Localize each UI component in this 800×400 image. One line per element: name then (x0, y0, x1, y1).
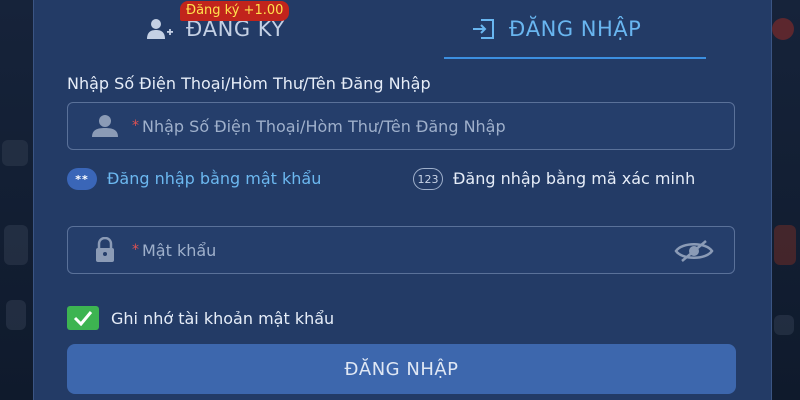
remember-label: Ghi nhớ tài khoản mật khẩu (111, 308, 335, 328)
background-left (0, 0, 33, 400)
background-game-thumbnail (2, 140, 28, 166)
background-game-thumbnail (4, 225, 28, 265)
required-mark: * (132, 242, 139, 258)
remember-checkbox[interactable] (67, 306, 99, 330)
active-tab-indicator (444, 57, 706, 59)
password-input[interactable]: * Mật khẩu (67, 226, 735, 274)
login-door-icon (471, 17, 497, 41)
login-mode-code-label: Đăng nhập bằng mã xác minh (453, 169, 696, 188)
user-icon (90, 114, 122, 138)
username-placeholder: Nhập Số Điện Thoại/Hòm Thư/Tên Đăng Nhập (142, 116, 506, 136)
required-mark: * (132, 118, 139, 134)
background-game-thumbnail (774, 315, 794, 335)
username-label: Nhập Số Điện Thoại/Hòm Thư/Tên Đăng Nhập (67, 74, 431, 93)
background-right (770, 0, 800, 400)
login-dialog: ĐĂNG KÝ Đăng ký +1.00 ĐĂNG NHẬP Nhập Số … (33, 0, 772, 400)
tab-login[interactable]: ĐĂNG NHẬP (471, 0, 641, 58)
background-game-thumbnail (772, 18, 794, 40)
checkmark-icon (73, 311, 93, 326)
tab-login-label: ĐĂNG NHẬP (509, 17, 642, 41)
lock-icon (90, 237, 122, 263)
username-input[interactable]: * Nhập Số Điện Thoại/Hòm Thư/Tên Đăng Nh… (67, 102, 735, 150)
background-game-thumbnail (774, 225, 796, 265)
login-mode-password-label: Đăng nhập bằng mật khẩu (107, 169, 322, 188)
password-mode-icon: ** (67, 168, 97, 190)
auth-tabs: ĐĂNG KÝ Đăng ký +1.00 ĐĂNG NHẬP (34, 0, 771, 60)
background-game-thumbnail (6, 300, 26, 330)
eye-off-icon[interactable] (674, 239, 714, 263)
add-user-icon (146, 17, 174, 41)
verification-code-icon: 123 (413, 168, 443, 190)
login-mode-password[interactable]: ** Đăng nhập bằng mật khẩu (67, 168, 321, 190)
remember-me[interactable]: Ghi nhớ tài khoản mật khẩu (67, 306, 334, 330)
password-placeholder: Mật khẩu (142, 240, 217, 260)
login-submit-button[interactable]: ĐĂNG NHẬP (67, 344, 736, 394)
register-bonus-badge: Đăng ký +1.00 (180, 1, 290, 21)
login-mode-verification-code[interactable]: 123 Đăng nhập bằng mã xác minh (413, 168, 713, 190)
